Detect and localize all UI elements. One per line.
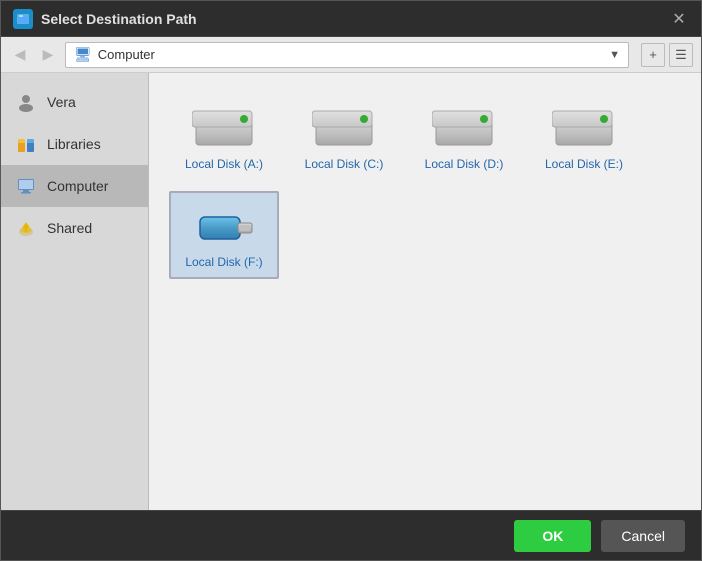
drive-label-c: Local Disk (C:) xyxy=(305,157,384,171)
nav-actions: + ☰ xyxy=(641,43,693,67)
forward-button[interactable]: ▶ xyxy=(37,44,59,66)
drive-icon-e xyxy=(552,105,616,149)
drive-icon-d xyxy=(432,105,496,149)
sidebar-vera-label: Vera xyxy=(47,94,76,110)
dialog-title: Select Destination Path xyxy=(41,11,669,27)
select-destination-dialog: Select Destination Path ✕ ◀ ▶ 🖥 Computer… xyxy=(0,0,702,561)
drive-label-e: Local Disk (E:) xyxy=(545,157,623,171)
drive-label-d: Local Disk (D:) xyxy=(425,157,504,171)
drive-item-e[interactable]: Local Disk (E:) xyxy=(529,93,639,181)
sidebar: Vera Libraries xyxy=(1,73,149,510)
user-icon xyxy=(15,91,37,113)
drive-icon-f xyxy=(192,203,256,247)
breadcrumb-text: Computer xyxy=(98,47,603,62)
nav-bar: ◀ ▶ 🖥 Computer ▼ + ☰ xyxy=(1,37,701,73)
computer-icon xyxy=(15,175,37,197)
sidebar-item-libraries[interactable]: Libraries xyxy=(1,123,148,165)
back-button[interactable]: ◀ xyxy=(9,44,31,66)
drive-icon-a xyxy=(192,105,256,149)
sidebar-item-shared[interactable]: Shared xyxy=(1,207,148,249)
view-button[interactable]: ☰ xyxy=(669,43,693,67)
title-bar: Select Destination Path ✕ xyxy=(1,1,701,37)
close-button[interactable]: ✕ xyxy=(669,9,689,29)
footer: OK Cancel xyxy=(1,510,701,560)
drive-item-a[interactable]: Local Disk (A:) xyxy=(169,93,279,181)
drive-label-f: Local Disk (F:) xyxy=(185,255,262,269)
ok-button[interactable]: OK xyxy=(514,520,591,552)
breadcrumb-bar: 🖥 Computer ▼ xyxy=(65,42,629,68)
drive-item-c[interactable]: Local Disk (C:) xyxy=(289,93,399,181)
dialog-icon xyxy=(13,9,33,29)
sidebar-item-computer[interactable]: Computer xyxy=(1,165,148,207)
file-area: Local Disk (A:) xyxy=(149,73,701,510)
sidebar-computer-label: Computer xyxy=(47,178,108,194)
drive-item-f[interactable]: Local Disk (F:) xyxy=(169,191,279,279)
main-content: Vera Libraries xyxy=(1,73,701,510)
breadcrumb-icon: 🖥 xyxy=(74,46,92,63)
new-folder-button[interactable]: + xyxy=(641,43,665,67)
drive-icon-c xyxy=(312,105,376,149)
drive-label-a: Local Disk (A:) xyxy=(185,157,263,171)
shared-icon xyxy=(15,217,37,239)
sidebar-item-vera[interactable]: Vera xyxy=(1,81,148,123)
sidebar-shared-label: Shared xyxy=(47,220,92,236)
breadcrumb-dropdown-icon[interactable]: ▼ xyxy=(609,49,620,61)
libraries-icon xyxy=(15,133,37,155)
drive-item-d[interactable]: Local Disk (D:) xyxy=(409,93,519,181)
cancel-button[interactable]: Cancel xyxy=(601,520,685,552)
sidebar-libraries-label: Libraries xyxy=(47,136,101,152)
